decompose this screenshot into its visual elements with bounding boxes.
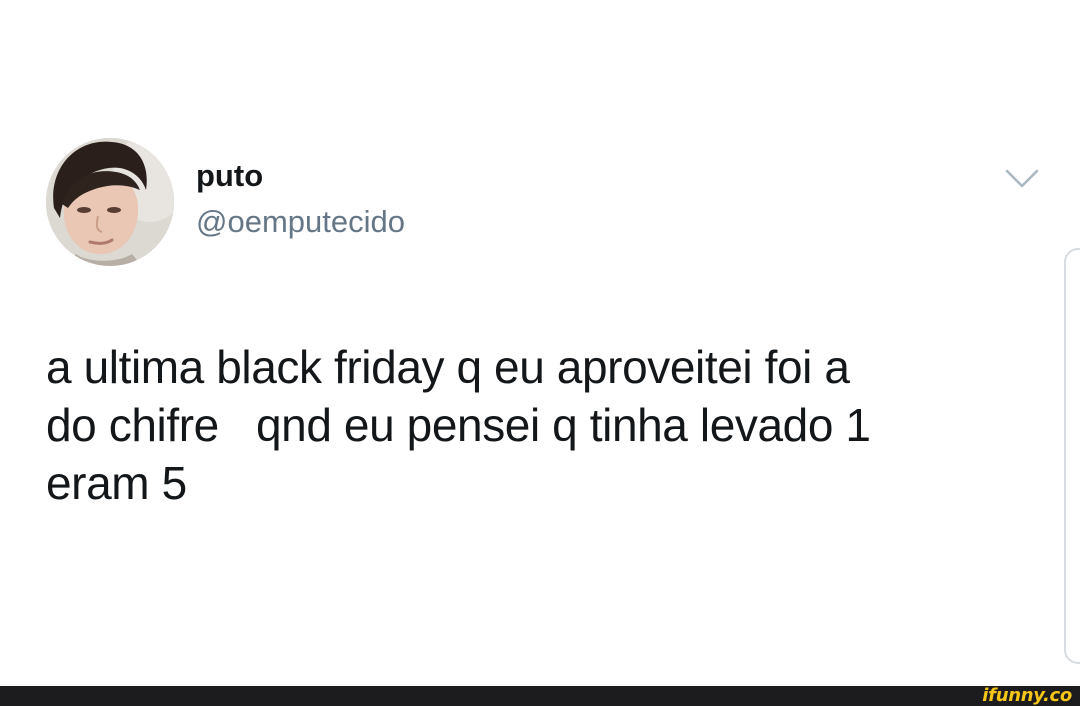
watermark-bar: ifunny.co xyxy=(0,686,1080,706)
tweet-text: a ultima black friday q eu aproveitei fo… xyxy=(46,338,1016,512)
author-handle[interactable]: @oemputecido xyxy=(196,202,405,242)
adjacent-card-edge xyxy=(1064,248,1080,664)
tweet-text-line: eram 5 xyxy=(46,457,187,509)
chevron-down-icon[interactable] xyxy=(1004,166,1040,192)
author-display-name[interactable]: puto xyxy=(196,156,263,196)
ifunny-watermark: ifunny.co xyxy=(982,685,1072,706)
user-avatar[interactable] xyxy=(46,138,174,266)
tweet-text-line: do chifre qnd eu pensei q tinha levado 1 xyxy=(46,399,871,451)
tweet-text-line: a ultima black friday q eu aproveitei fo… xyxy=(46,341,850,393)
tweet-card: puto @oemputecido a ultima black friday … xyxy=(0,0,1080,686)
avatar-photo-icon xyxy=(46,138,174,266)
